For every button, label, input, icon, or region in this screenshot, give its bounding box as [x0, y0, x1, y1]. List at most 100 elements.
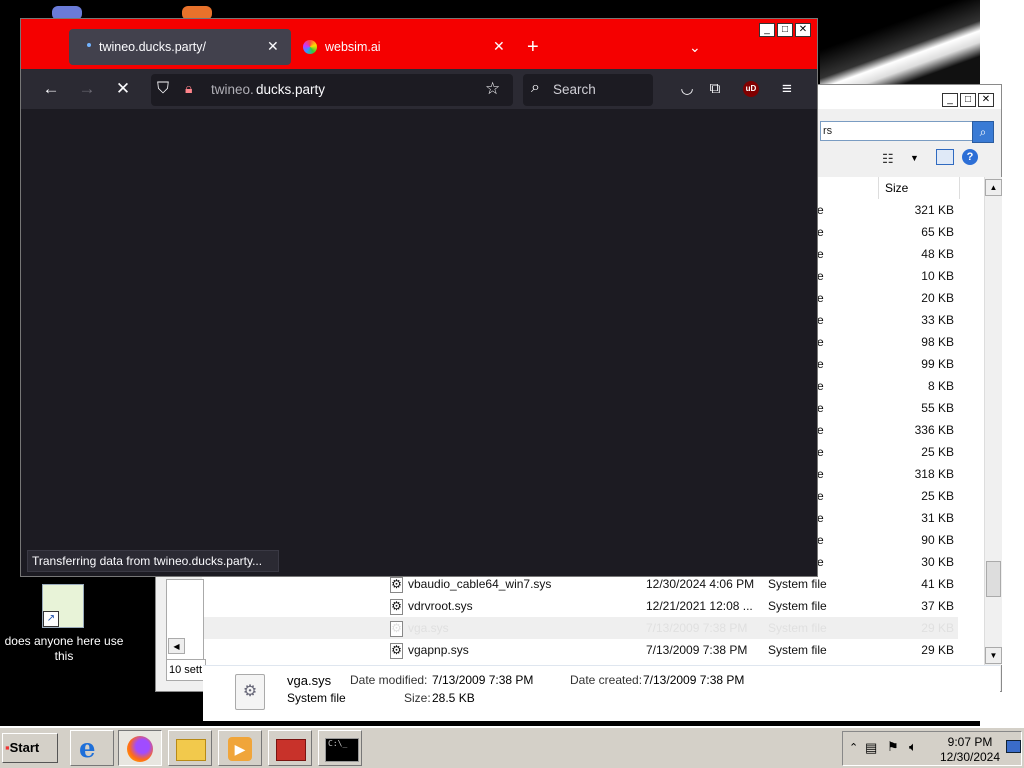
explorer-search-input[interactable]: rs: [820, 121, 974, 141]
file-size: 29 KB: [921, 621, 954, 635]
scrollbar-thumb[interactable]: [986, 561, 1001, 597]
file-date: 7/13/2009 7:38 PM: [646, 643, 748, 657]
lock-insecure-icon[interactable]: 🔒︎: [185, 80, 192, 97]
show-desktop-icon[interactable]: [1006, 740, 1021, 753]
desktop-wallpaper: [820, 0, 980, 85]
tab-inactive[interactable]: websim.ai ✕: [299, 29, 507, 65]
back-icon[interactable]: ←: [39, 77, 63, 101]
column-header-size[interactable]: Size: [878, 177, 960, 199]
close-tab-icon[interactable]: ✕: [267, 38, 279, 55]
details-pane: ⚙ vga.sys System file Date modified: 7/1…: [203, 665, 1000, 721]
command-prompt-icon[interactable]: C:\_: [318, 730, 362, 766]
pocket-icon[interactable]: ◡: [675, 77, 699, 101]
details-file-type: System file: [287, 691, 346, 705]
scroll-up-icon[interactable]: ▲: [985, 179, 1002, 196]
file-size: 48 KB: [921, 247, 954, 261]
file-type-text: e: [817, 423, 824, 437]
desktop-shortcut[interactable]: ↗ does anyone here use this: [4, 584, 124, 666]
file-size: 90 KB: [921, 533, 954, 547]
shield-icon[interactable]: ⛉: [157, 80, 169, 98]
page-content[interactable]: [27, 109, 811, 568]
file-explorer-icon[interactable]: [168, 730, 212, 766]
search-icon[interactable]: ⌕: [972, 121, 994, 143]
file-size: 321 KB: [914, 203, 954, 217]
search-bar[interactable]: ⌕ Search: [523, 74, 653, 106]
explorer-command-bar: ☷ ▼ ?: [816, 147, 1001, 175]
ublock-icon[interactable]: uD: [743, 81, 759, 97]
chevron-down-icon[interactable]: ▼: [910, 153, 919, 163]
table-row[interactable]: ⚙ vgapnp.sys 7/13/2009 7:38 PM System file 2…: [202, 639, 958, 661]
system-file-icon: ⚙: [390, 577, 403, 593]
media-player-icon[interactable]: ▶: [218, 730, 262, 766]
new-tab-icon[interactable]: +: [527, 37, 539, 57]
file-type-text: e: [817, 555, 824, 569]
toolbox-icon[interactable]: [268, 730, 312, 766]
list-all-tabs-icon[interactable]: ⌄: [689, 39, 701, 56]
vertical-scrollbar[interactable]: ▲ ▼: [984, 177, 1002, 665]
column-header-bar: Size: [816, 177, 984, 200]
minimize-icon[interactable]: _: [759, 23, 775, 37]
file-size: 98 KB: [921, 335, 954, 349]
bookmark-star-icon[interactable]: ☆: [485, 79, 500, 99]
shortcut-arrow-icon: ↗: [43, 611, 59, 627]
file-type: System file: [768, 643, 827, 657]
file-type: System file: [768, 599, 827, 613]
file-name: vbaudio_cable64_win7.sys: [408, 577, 552, 591]
file-type: System file: [768, 621, 827, 635]
file-size: 31 KB: [921, 511, 954, 525]
file-size: 33 KB: [921, 313, 954, 327]
explorer-status-text: 10 sett: [166, 659, 206, 681]
file-size: 8 KB: [927, 379, 954, 393]
file-size: 55 KB: [921, 401, 954, 415]
url-text-domain: ducks.party: [256, 82, 326, 97]
maximize-icon[interactable]: □: [777, 23, 793, 37]
preview-pane-icon[interactable]: [936, 149, 954, 165]
show-hidden-icons-icon[interactable]: ⌃: [849, 741, 858, 754]
stop-loading-icon[interactable]: ✕: [111, 77, 135, 101]
start-label: Start: [9, 740, 40, 755]
explorer-maximize-button[interactable]: □: [960, 93, 976, 107]
tab-active[interactable]: twineo.ducks.party/ ✕: [69, 29, 291, 65]
start-button[interactable]: ▪Start: [2, 733, 58, 763]
action-center-flag-icon[interactable]: ⚑: [887, 739, 899, 755]
extensions-icon[interactable]: ⧉: [703, 77, 727, 101]
file-size: 20 KB: [921, 291, 954, 305]
search-icon: ⌕: [531, 79, 540, 96]
url-bar[interactable]: ⛉ 🔒︎ twineo. ducks.party ☆: [151, 74, 513, 106]
table-row[interactable]: ⚙ vga.sys 7/13/2009 7:38 PM System file 29 K…: [202, 617, 958, 639]
help-icon[interactable]: ?: [962, 149, 978, 165]
details-size-label: Size:: [404, 691, 431, 705]
explorer-close-button[interactable]: ✕: [978, 93, 994, 107]
file-date: 12/30/2024 4:06 PM: [646, 577, 755, 591]
details-date-created-label: Date created:: [570, 673, 643, 687]
view-options-icon[interactable]: ☷: [882, 151, 894, 167]
shortcut-image-icon: ↗: [42, 584, 84, 628]
file-size: 41 KB: [921, 577, 954, 591]
explorer-minimize-button[interactable]: _: [942, 93, 958, 107]
network-icon[interactable]: ▤: [865, 740, 877, 756]
loading-dot-icon: [87, 43, 91, 47]
system-file-icon: ⚙: [390, 643, 403, 659]
file-type: System file: [768, 577, 827, 591]
tab-bar: twineo.ducks.party/ ✕ websim.ai ✕ + ⌄ _ …: [21, 19, 817, 69]
details-size: 28.5 KB: [432, 691, 475, 705]
scroll-down-icon[interactable]: ▼: [985, 647, 1002, 664]
file-type-text: e: [817, 313, 824, 327]
menu-icon[interactable]: ≡: [775, 77, 799, 101]
table-row[interactable]: ⚙ vdrvroot.sys 12/21/2021 12:08 ... System …: [202, 595, 958, 617]
volume-icon[interactable]: 🔈︎: [909, 739, 917, 755]
internet-explorer-icon[interactable]: e: [70, 730, 114, 766]
tab-label: websim.ai: [325, 40, 381, 54]
websim-favicon-icon: [303, 40, 317, 54]
scroll-left-icon[interactable]: ◀: [168, 638, 185, 654]
clock-time[interactable]: 9:07 PM: [939, 735, 1001, 749]
forward-icon[interactable]: →: [75, 77, 99, 101]
close-tab-icon[interactable]: ✕: [493, 38, 505, 55]
clock-date[interactable]: 12/30/2024: [935, 750, 1005, 764]
file-name: vdrvroot.sys: [408, 599, 473, 613]
close-icon[interactable]: ✕: [795, 23, 811, 37]
firefox-icon[interactable]: [118, 730, 162, 766]
tab-label: twineo.ducks.party/: [99, 40, 206, 54]
file-name: vga.sys: [408, 621, 449, 635]
system-file-icon: ⚙: [390, 621, 403, 637]
